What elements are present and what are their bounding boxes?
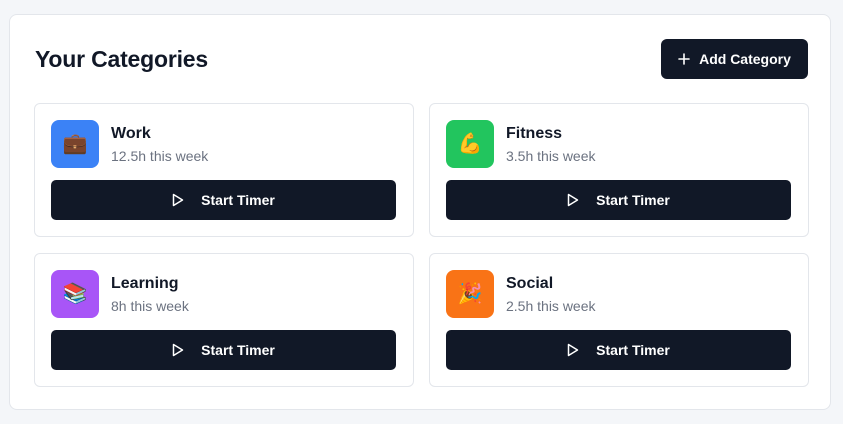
category-card-fitness: 💪 Fitness 3.5h this week Start Timer bbox=[429, 103, 809, 237]
category-time: 2.5h this week bbox=[506, 298, 596, 314]
play-icon bbox=[172, 193, 184, 207]
play-icon bbox=[567, 193, 579, 207]
start-timer-button-fitness[interactable]: Start Timer bbox=[446, 180, 791, 220]
category-name: Social bbox=[506, 275, 554, 292]
add-category-label: Add Category bbox=[699, 51, 791, 67]
category-time: 12.5h this week bbox=[111, 148, 209, 164]
category-card-learning: 📚 Learning 8h this week Start Timer bbox=[34, 253, 414, 387]
briefcase-icon: 💼 bbox=[51, 120, 99, 168]
category-name: Work bbox=[111, 125, 151, 142]
start-timer-label: Start Timer bbox=[201, 192, 275, 208]
category-time: 3.5h this week bbox=[506, 148, 596, 164]
category-name: Learning bbox=[111, 275, 179, 292]
category-name: Fitness bbox=[506, 125, 563, 142]
start-timer-label: Start Timer bbox=[596, 342, 670, 358]
plus-icon bbox=[678, 53, 690, 65]
start-timer-label: Start Timer bbox=[596, 192, 670, 208]
category-card-work: 💼 Work 12.5h this week Start Timer bbox=[34, 103, 414, 237]
page-title: Your Categories bbox=[35, 46, 208, 72]
start-timer-button-social[interactable]: Start Timer bbox=[446, 330, 791, 370]
add-category-button[interactable]: Add Category bbox=[661, 39, 808, 79]
category-card-social: 🎉 Social 2.5h this week Start Timer bbox=[429, 253, 809, 387]
start-timer-button-learning[interactable]: Start Timer bbox=[51, 330, 396, 370]
start-timer-label: Start Timer bbox=[201, 342, 275, 358]
category-time: 8h this week bbox=[111, 298, 189, 314]
play-icon bbox=[172, 343, 184, 357]
play-icon bbox=[567, 343, 579, 357]
flexed-biceps-icon: 💪 bbox=[446, 120, 494, 168]
party-popper-icon: 🎉 bbox=[446, 270, 494, 318]
books-icon: 📚 bbox=[51, 270, 99, 318]
categories-panel: Your Categories Add Category 💼 Work 12.5… bbox=[9, 14, 831, 410]
start-timer-button-work[interactable]: Start Timer bbox=[51, 180, 396, 220]
